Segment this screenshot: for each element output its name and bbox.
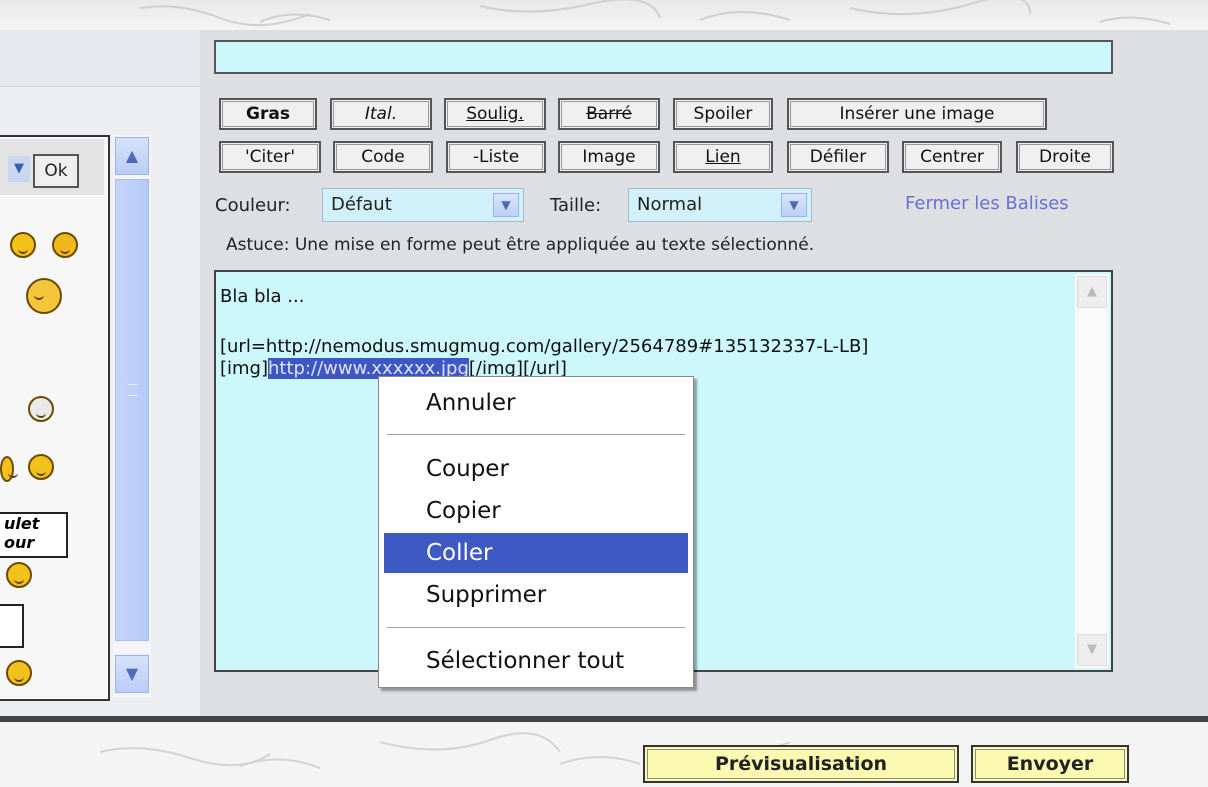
insert-image-button[interactable]: Insérer une image	[787, 98, 1047, 130]
smiley-dropdown-arrow[interactable]: ▼	[8, 156, 30, 182]
hat-smiley-icon[interactable]	[26, 278, 62, 314]
chevron-down-icon[interactable]: ▼	[781, 193, 807, 217]
right-align-button[interactable]: Droite	[1016, 141, 1114, 173]
list-button[interactable]: -Liste	[446, 141, 546, 173]
header-band	[0, 0, 1208, 30]
smiley-icon-partial[interactable]	[0, 456, 18, 482]
menu-item-copy[interactable]: Copier	[384, 491, 688, 531]
left-panel-header	[0, 30, 200, 87]
menu-item-select-all[interactable]: Sélectionner tout	[384, 641, 688, 681]
menu-item-cut[interactable]: Couper	[384, 449, 688, 489]
spoiler-button[interactable]: Spoiler	[673, 98, 773, 130]
formatting-hint: Astuce: Une mise en forme peut être appl…	[226, 235, 815, 255]
close-tags-link[interactable]: Fermer les Balises	[905, 193, 1069, 214]
stamp-line-1: ulet	[4, 514, 40, 533]
subject-input[interactable]	[214, 40, 1113, 74]
menu-item-paste[interactable]: Coller	[384, 533, 688, 573]
editor-line: [url=http://nemodus.smugmug.com/gallery/…	[220, 336, 869, 357]
devil-smiley-icon[interactable]	[52, 232, 78, 258]
color-select-value: Défaut	[331, 194, 392, 215]
smoking-smiley-icon[interactable]	[28, 454, 54, 480]
menu-item-delete[interactable]: Supprimer	[384, 575, 688, 615]
center-button[interactable]: Centrer	[902, 141, 1002, 173]
menu-separator	[387, 434, 685, 436]
quote-button[interactable]: 'Citer'	[219, 141, 321, 173]
bold-button[interactable]: Gras	[219, 98, 317, 130]
color-label: Couleur:	[215, 195, 291, 216]
menu-item-undo[interactable]: Annuler	[384, 383, 688, 423]
preview-button[interactable]: Prévisualisation	[643, 745, 959, 783]
chevron-down-icon[interactable]: ▼	[493, 193, 519, 217]
smiley-scrollbar[interactable]: ▲ ▼	[113, 135, 151, 697]
context-menu: Annuler Couper Copier Coller Supprimer S…	[378, 376, 694, 688]
italic-button[interactable]: Ital.	[330, 98, 432, 130]
text-stamp-smiley[interactable]: ulet our	[0, 512, 68, 558]
sign-smiley-icon[interactable]	[0, 604, 24, 648]
smiley-ok-button[interactable]: Ok	[33, 154, 79, 188]
image-button[interactable]: Image	[558, 141, 660, 173]
color-select[interactable]: Défaut ▼	[322, 188, 524, 222]
scroll-up-button[interactable]: ▲	[115, 137, 149, 175]
scroll-text-button[interactable]: Défiler	[787, 141, 889, 173]
smiley-icon[interactable]	[10, 232, 36, 258]
size-select[interactable]: Normal ▼	[628, 188, 812, 222]
scroll-thumb[interactable]	[115, 179, 149, 641]
strike-button[interactable]: Barré	[558, 98, 660, 130]
menu-separator	[387, 627, 685, 629]
textarea-scrollbar[interactable]: ▲ ▼	[1075, 274, 1109, 668]
editor-line: Bla bla ...	[220, 286, 305, 307]
send-button[interactable]: Envoyer	[971, 745, 1129, 783]
underline-button[interactable]: Soulig.	[444, 98, 546, 130]
scroll-down-button[interactable]: ▼	[115, 655, 149, 693]
link-button[interactable]: Lien	[673, 141, 773, 173]
stamp-line-2: our	[4, 533, 35, 552]
decorative-pattern	[139, 0, 1171, 27]
helmet-smiley-icon[interactable]	[6, 660, 32, 686]
size-select-value: Normal	[637, 194, 703, 215]
size-label: Taille:	[550, 195, 602, 216]
code-button[interactable]: Code	[333, 141, 433, 173]
grin-smiley-icon[interactable]	[28, 396, 54, 422]
helmet-smiley-icon[interactable]	[6, 562, 32, 588]
scroll-down-button[interactable]: ▼	[1077, 634, 1107, 666]
img-tag-open: [img]	[220, 358, 269, 379]
scroll-up-button[interactable]: ▲	[1077, 276, 1107, 308]
